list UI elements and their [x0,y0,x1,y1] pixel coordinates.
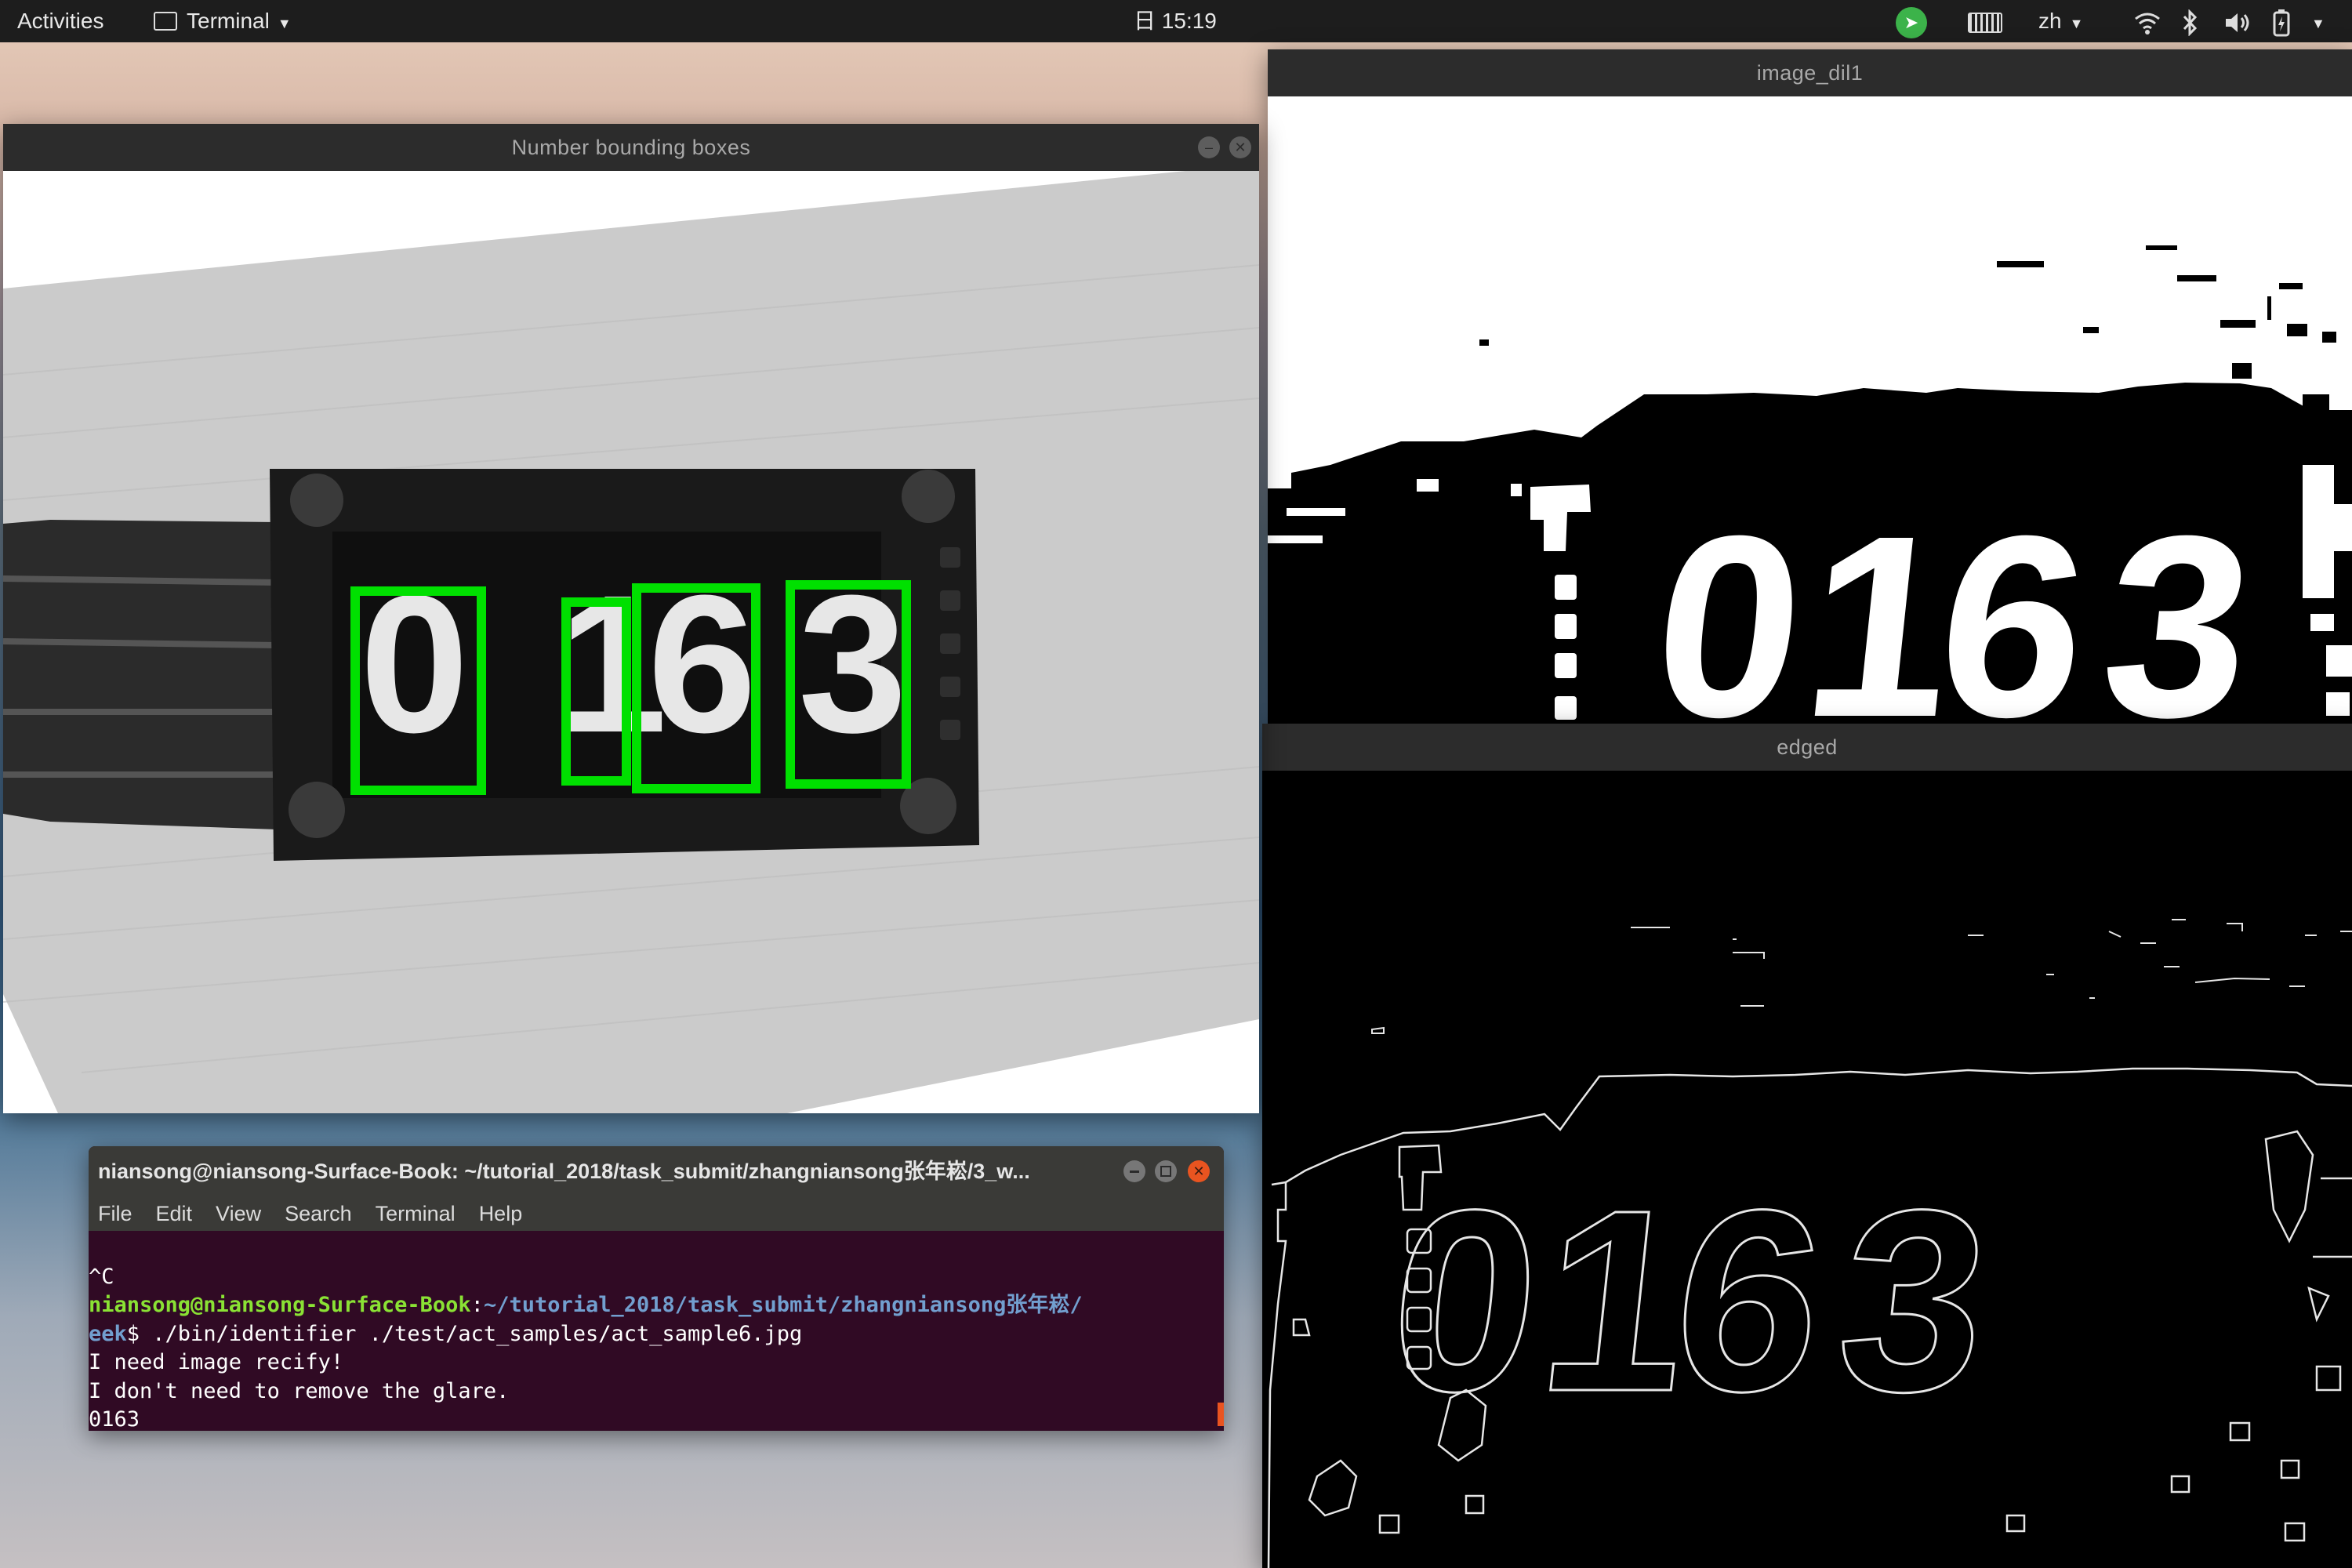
prompt-path: ~/tutorial_2018/task_submit/zhangnianson… [483,1293,1083,1317]
top-bar: Activities Terminal ▼ 日 15:19 ➤ zh ▼ ▼ [0,0,2352,42]
app-menu[interactable]: Terminal ▼ [154,0,292,42]
terminal-prompt-line: niansong@niansong-Surface-Book:~/tutoria… [89,1291,1224,1320]
edged-image: 0 1 6 3 [1262,771,2352,1568]
digit-0: 0 [1642,482,1817,731]
close-button[interactable]: ✕ [1188,1160,1210,1182]
scrollbar-thumb[interactable] [1218,1403,1224,1426]
menu-edit[interactable]: Edit [156,1196,193,1231]
window-title[interactable]: edged [1262,724,2352,771]
close-icon: ✕ [1234,140,1247,155]
digit-3-outline: 3 [1827,1156,2001,1446]
prompt-separator: : [470,1293,484,1317]
terminal-line: ^C [89,1264,114,1289]
terminal-menubar: File Edit View Search Terminal Help [89,1196,1224,1231]
minimize-icon [1130,1171,1139,1173]
close-icon: ✕ [1192,1163,1205,1179]
input-method-menu[interactable]: zh ▼ [2038,0,2083,42]
dilated-image: 0 1 6 3 [1268,96,2352,731]
clock[interactable]: 日 15:19 [1134,0,1217,42]
chevron-down-icon: ▼ [277,16,292,31]
digit-0-outline: 0 [1378,1156,1552,1446]
digit-3: 3 [2091,482,2265,731]
menu-view[interactable]: View [216,1196,261,1231]
digit-6-outline: 6 [1662,1156,1836,1446]
terminal-titlebar[interactable]: niansong@niansong-Surface-Book: ~/tutori… [89,1146,1224,1196]
bluetooth-icon[interactable] [2181,0,2200,42]
digit-6: 6 [1926,482,2100,731]
edged-window[interactable]: edged 0 1 6 3 [1262,724,2352,1568]
activities-button[interactable]: Activities [17,0,103,42]
maximize-icon [1160,1166,1171,1177]
telegram-icon[interactable]: ➤ [1896,0,1927,42]
prompt-user: niansong@niansong-Surface-Book [89,1293,471,1317]
minimize-button[interactable] [1123,1160,1145,1182]
terminal-window[interactable]: niansong@niansong-Surface-Book: ~/tutori… [89,1146,1224,1431]
bounding-box-image: 0 1 6 3 [3,171,1259,1113]
clock-time: 15:19 [1161,9,1217,33]
terminal-title: niansong@niansong-Surface-Book: ~/tutori… [98,1160,1030,1183]
number-bounding-boxes-window[interactable]: Number bounding boxes – ✕ 0 1 6 3 [3,124,1259,1113]
minimize-icon: – [1204,140,1213,155]
wifi-icon[interactable] [2134,0,2161,42]
menu-terminal[interactable]: Terminal [376,1196,456,1231]
terminal-line: I don't need to remove the glare. [89,1378,510,1403]
prompt-path-continuation: eek [89,1321,127,1346]
close-button[interactable]: ✕ [1229,136,1251,158]
battery-icon[interactable] [2272,0,2291,42]
keyboard-icon[interactable] [1968,0,2002,42]
window-title[interactable]: image_dil1 [1268,49,2352,96]
minimize-button[interactable]: – [1198,136,1220,158]
image-dil1-window[interactable]: image_dil1 0 1 6 3 [1268,49,2352,731]
volume-icon[interactable] [2223,0,2252,42]
ime-label: zh [2038,9,2062,33]
terminal-line: I need image recify! [89,1350,344,1374]
clock-day: 日 [1134,9,1156,33]
maximize-button[interactable] [1155,1160,1177,1182]
terminal-app-icon [154,11,177,31]
menu-help[interactable]: Help [479,1196,523,1231]
menu-search[interactable]: Search [285,1196,352,1231]
system-menu-chevron-icon[interactable]: ▼ [2311,0,2325,42]
terminal-line: 0163 [89,1407,140,1431]
terminal-output[interactable]: ^C niansong@niansong-Surface-Book:~/tutor… [89,1231,1224,1432]
terminal-command-line: eek$ ./bin/identifier ./test/act_samples… [89,1320,1224,1349]
command-text: $ ./bin/identifier ./test/act_samples/ac… [126,1321,803,1346]
chevron-down-icon: ▼ [2069,16,2084,31]
app-menu-label: Terminal [187,9,270,33]
window-title[interactable]: Number bounding boxes [3,124,1259,171]
menu-file[interactable]: File [98,1196,132,1231]
